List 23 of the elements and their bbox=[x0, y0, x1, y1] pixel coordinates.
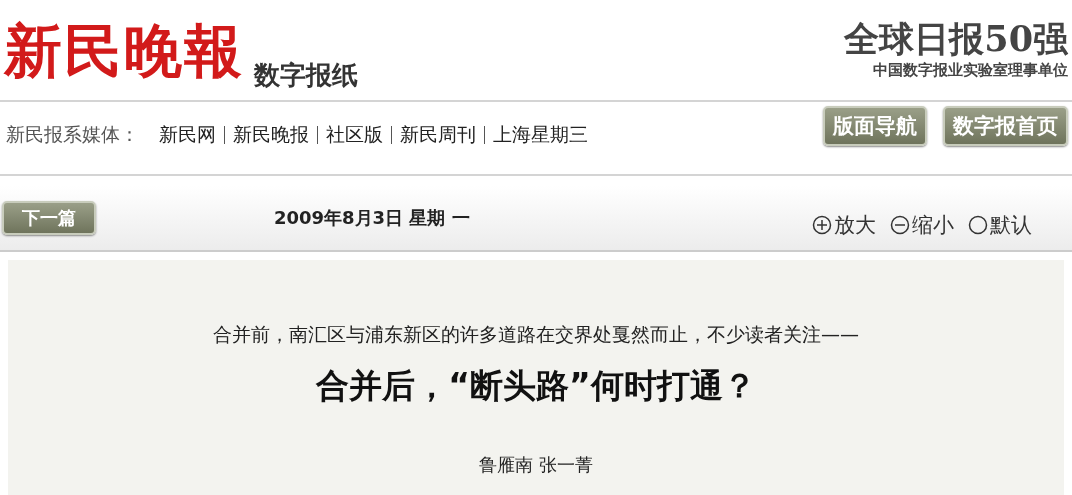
nav-button[interactable]: 数字报首页 bbox=[943, 106, 1068, 146]
media-link[interactable]: 新民晚报 bbox=[233, 122, 309, 148]
slogan: 全球日报50强 bbox=[844, 20, 1068, 59]
newspaper-logo: 新民晚報 bbox=[4, 22, 244, 80]
next-article-button[interactable]: 下一篇 bbox=[2, 201, 96, 235]
media-link[interactable]: 上海星期三 bbox=[493, 122, 588, 148]
logo-subtitle: 数字报纸 bbox=[254, 59, 358, 92]
zoom-link[interactable]: 默认 bbox=[968, 211, 1032, 239]
tagline: 中国数字报业实验室理事单位 bbox=[873, 60, 1068, 80]
media-link[interactable]: 新民周刊 bbox=[400, 122, 476, 148]
article-authors: 鲁雁南 张一菁 bbox=[479, 453, 593, 477]
zoom-link[interactable]: 缩小 bbox=[890, 211, 954, 239]
media-link[interactable]: 社区版 bbox=[326, 122, 383, 148]
zoom-in-icon bbox=[812, 215, 832, 235]
zoom-link[interactable]: 放大 bbox=[812, 211, 876, 239]
article-kicker: 合并前，南汇区与浦东新区的许多道路在交界处戛然而止，不少读者关注—— bbox=[213, 322, 859, 347]
media-label: 新民报系媒体： bbox=[6, 122, 139, 147]
nav-button[interactable]: 版面导航 bbox=[823, 106, 927, 146]
issue-date: 2009年8月3日 星期 一 bbox=[274, 206, 471, 230]
circle-icon bbox=[968, 215, 988, 235]
article-headline: 合并后，“断头路”何时打通？ bbox=[316, 365, 756, 407]
zoom-out-icon bbox=[890, 215, 910, 235]
media-link[interactable]: 新民网 bbox=[159, 122, 216, 148]
